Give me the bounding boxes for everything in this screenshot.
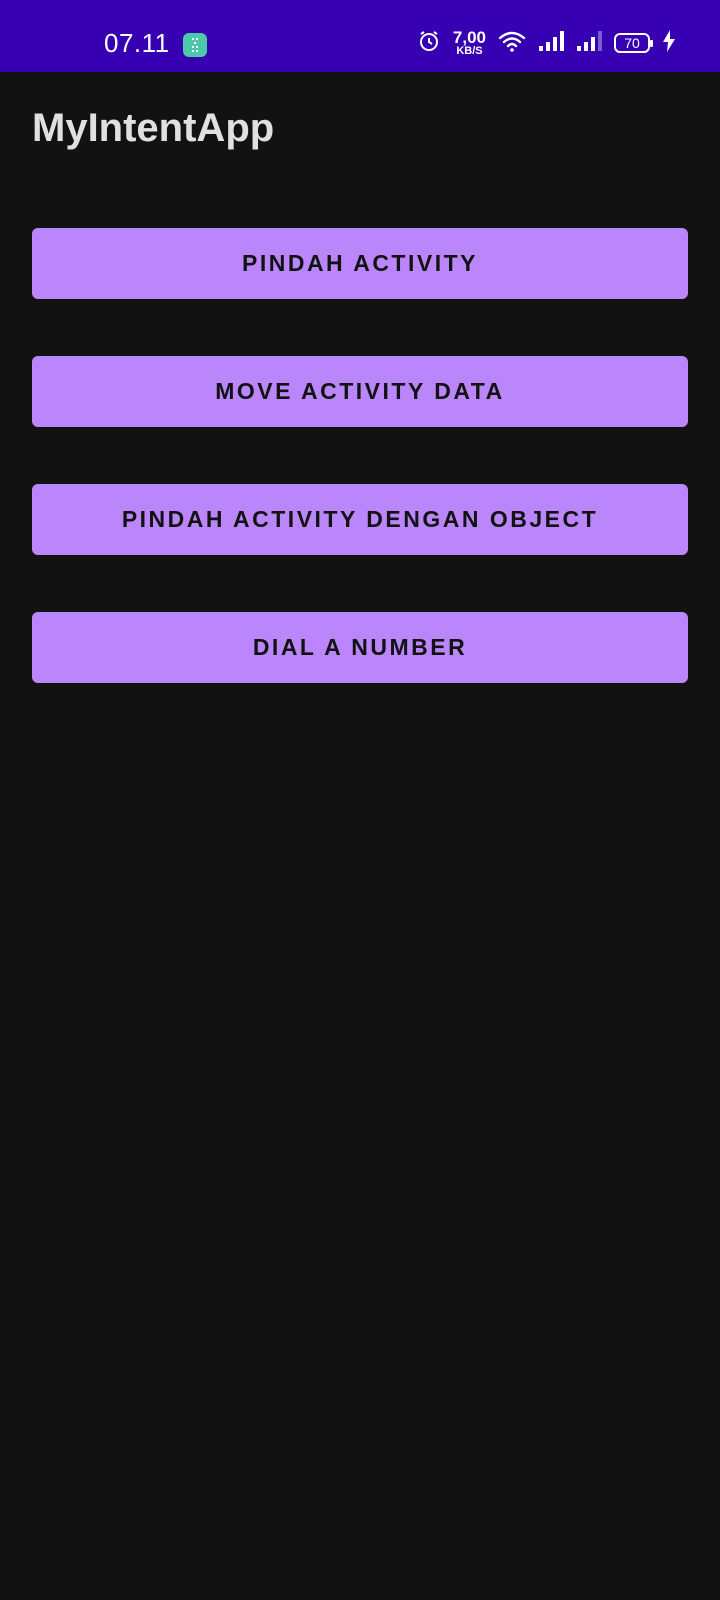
battery-icon: 70 — [614, 33, 653, 53]
pindah-activity-button[interactable]: PINDAH ACTIVITY — [32, 228, 688, 299]
status-bar: 07.11 7,00 KB/S 70 — [0, 0, 720, 72]
status-time: 07.11 — [104, 28, 170, 58]
wifi-icon — [498, 29, 526, 58]
battery-level: 70 — [624, 35, 640, 51]
app-notification-icon — [183, 33, 207, 57]
status-icons: 7,00 KB/S 70 — [417, 26, 676, 60]
dial-a-number-button[interactable]: DIAL A NUMBER — [32, 612, 688, 683]
alarm-icon — [417, 29, 441, 58]
signal-icon — [576, 30, 602, 57]
pindah-activity-dengan-object-button[interactable]: PINDAH ACTIVITY DENGAN OBJECT — [32, 484, 688, 555]
signal-icon — [538, 30, 564, 57]
app-title: MyIntentApp — [32, 106, 275, 150]
charging-icon — [662, 29, 676, 57]
network-speed-value: 7,00 — [452, 28, 486, 47]
move-activity-data-button[interactable]: MOVE ACTIVITY DATA — [32, 356, 688, 427]
network-speed-unit: KB/S — [456, 45, 483, 57]
network-speed: 7,00 KB/S — [453, 29, 486, 57]
